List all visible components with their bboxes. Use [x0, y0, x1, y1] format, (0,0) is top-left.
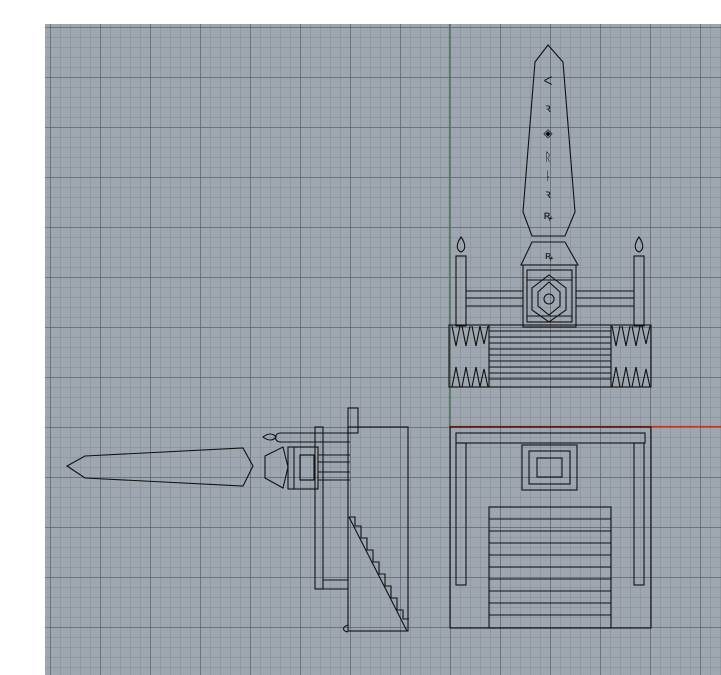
- top-left-rail: [455, 442, 467, 586]
- side-cap: [264, 446, 289, 489]
- rune-3: ◈: [543, 126, 553, 140]
- side-obelisk: [65, 447, 254, 487]
- side-base-top: [347, 407, 359, 434]
- base-slab: [448, 324, 652, 388]
- cad-viewport[interactable]: ᐸ ꝛ ◈ ᚱ ᚿ ꝛ ꝶ ꝶ: [45, 24, 721, 675]
- side-post: [314, 426, 324, 590]
- rune-6: ꝛ: [545, 187, 551, 201]
- cap-rune: ꝶ: [545, 249, 554, 262]
- rune-4: ᚱ: [544, 150, 551, 164]
- top-view: [449, 426, 652, 629]
- left-post: [455, 255, 467, 327]
- side-stairs: [349, 516, 409, 620]
- rune-2: ꝛ: [545, 101, 551, 115]
- top-right-rail: [633, 442, 645, 586]
- base-stripes: [489, 330, 611, 380]
- rune-5: ᚿ: [544, 169, 551, 183]
- central-block: [522, 264, 577, 328]
- side-base: [347, 426, 409, 632]
- left-flame: [456, 236, 466, 253]
- right-flame: [634, 236, 644, 253]
- model-canvas[interactable]: ᐸ ꝛ ◈ ᚱ ᚿ ꝛ ꝶ ꝶ: [45, 24, 721, 675]
- top-center-block: [521, 444, 578, 491]
- rune-7: ꝶ: [543, 208, 552, 222]
- obelisk-runes: ᐸ ꝛ ◈ ᚱ ᚿ ꝛ ꝶ ꝶ: [543, 74, 553, 262]
- top-outline: [449, 426, 652, 629]
- side-flame: [262, 433, 277, 441]
- right-post: [633, 255, 645, 327]
- rune-1: ᐸ: [544, 74, 553, 88]
- side-elevation: [65, 407, 409, 633]
